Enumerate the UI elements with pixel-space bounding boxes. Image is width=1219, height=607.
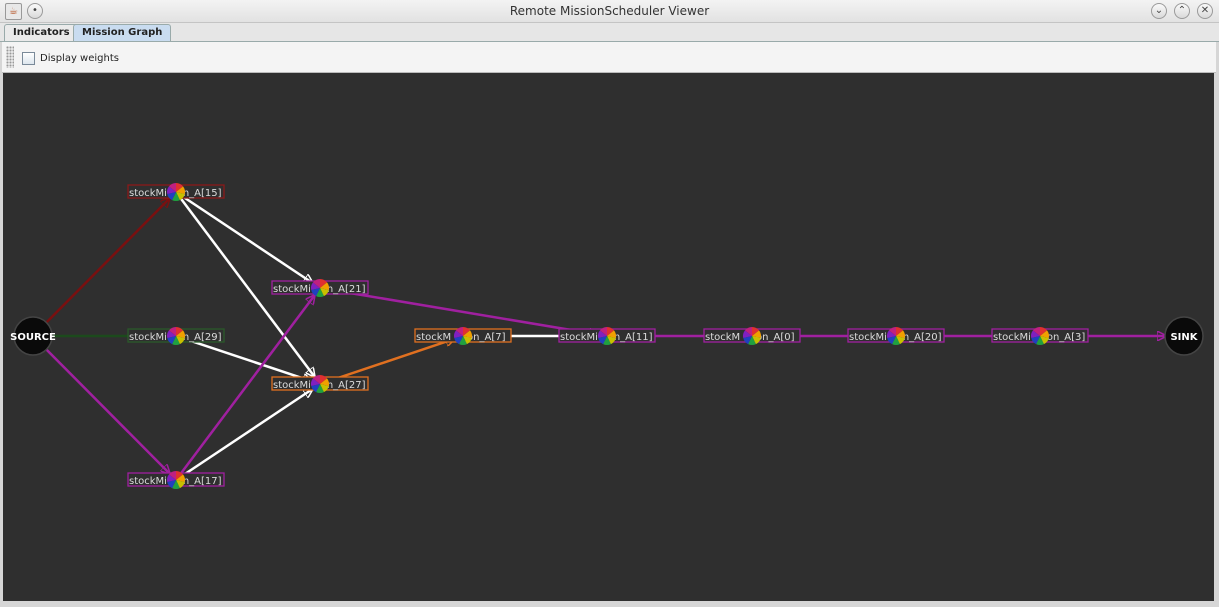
graph-edge-source-n17 [43, 346, 169, 473]
mission-node-n0[interactable]: stockM on_A[0] [703, 327, 801, 346]
window-bottom-border [0, 601, 1219, 607]
mission-graph-canvas[interactable]: SOURCE SINK stockMi n_A[15] stockMi n_A[29]… [3, 73, 1214, 601]
close-icon[interactable]: ✕ [1197, 3, 1213, 19]
mission-node-n29[interactable]: stockMi n_A[29] [127, 327, 225, 346]
mission-node-n11[interactable]: stockMi n_A[11] [558, 327, 656, 346]
minimize-icon[interactable]: ⌄ [1151, 3, 1167, 19]
toolbar-grip-handle[interactable] [6, 46, 14, 68]
graph-toolbar: Display weights [2, 42, 1216, 73]
color-wheel-icon [311, 375, 329, 394]
display-weights-checkbox[interactable] [22, 51, 35, 65]
mission-node-n3[interactable]: stockMi on_A[3] [991, 327, 1089, 345]
graph-edge-n17-n27 [182, 389, 312, 477]
color-wheel-icon [887, 327, 906, 346]
mission-node-n21[interactable]: stockMi n_A[21] [271, 279, 369, 297]
display-weights-label: Display weights [40, 52, 119, 64]
nodes-layer: SOURCE SINK stockMi n_A[15] stockMi n_A[29]… [10, 183, 1204, 489]
display-weights-toggle[interactable]: Display weights [22, 50, 119, 66]
color-wheel-icon [167, 327, 185, 346]
mission-node-n15[interactable]: stockMi n_A[15] [127, 183, 225, 201]
tab-bar: Indicators Mission Graph [0, 23, 1219, 42]
sink-node[interactable]: SINK [1164, 316, 1204, 356]
color-wheel-icon [167, 471, 185, 489]
color-wheel-icon [598, 327, 616, 346]
sink-label: SINK [1170, 332, 1198, 343]
color-wheel-icon [1031, 327, 1049, 345]
mission-graph-svg: SOURCE SINK stockMi n_A[15] stockMi n_A[29]… [10, 183, 1204, 489]
window-titlebar: ☕ • Remote MissionScheduler Viewer ⌄ ⌃ ✕ [0, 0, 1219, 23]
graph-edge-n27-n7 [328, 339, 455, 383]
tab-mission-graph[interactable]: Mission Graph [73, 24, 172, 41]
mission-node-n27[interactable]: stockMi n_A[27] [271, 375, 369, 394]
tab-indicators[interactable]: Indicators [4, 24, 79, 41]
color-wheel-icon [454, 327, 472, 346]
color-wheel-icon [167, 183, 185, 201]
color-wheel-icon [743, 327, 762, 346]
graph-edge-n15-n21 [182, 195, 312, 283]
source-label: SOURCE [10, 332, 56, 343]
source-node[interactable]: SOURCE [10, 316, 56, 356]
graph-edge-source-n15 [43, 198, 169, 326]
mission-node-n20[interactable]: stockMi n_A[20] [847, 327, 945, 346]
mission-node-n7[interactable]: stockM on_A[7] [414, 327, 512, 346]
maximize-icon[interactable]: ⌃ [1174, 3, 1190, 19]
color-wheel-icon [311, 279, 329, 297]
window-title: Remote MissionScheduler Viewer [509, 4, 710, 18]
mission-node-n17[interactable]: stockMi n_A[17] [127, 471, 225, 489]
